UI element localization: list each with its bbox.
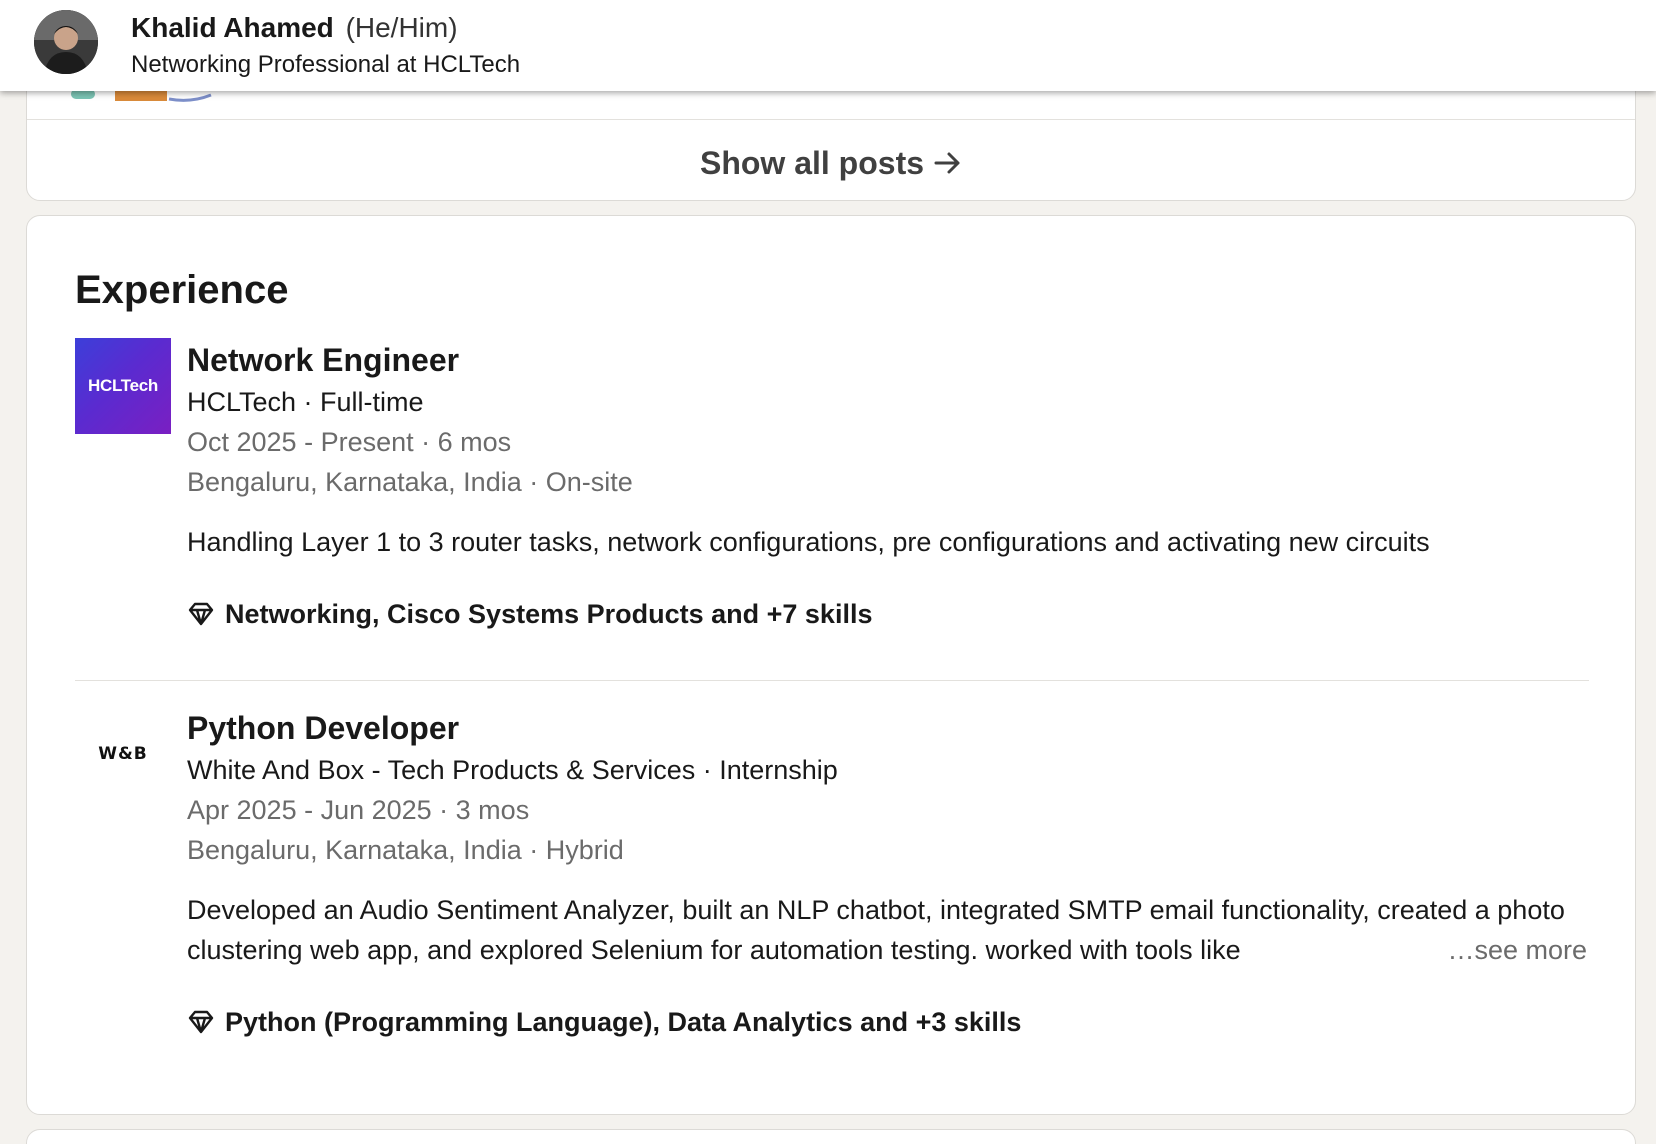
skills-label: Networking, Cisco Systems Products and +… xyxy=(225,599,873,629)
see-more-link[interactable]: …see more xyxy=(1433,930,1587,970)
company-logo-text: W&B xyxy=(98,744,148,764)
item-divider xyxy=(75,680,1589,681)
show-all-posts-button[interactable]: Show all posts xyxy=(27,141,1635,185)
diamond-icon xyxy=(188,602,214,626)
profile-pronouns: (He/Him) xyxy=(345,12,458,43)
job-location: Bengaluru, Karnataka, India · Hybrid xyxy=(187,835,624,865)
avatar[interactable] xyxy=(34,10,98,74)
profile-page: Show all posts Khalid Ahamed (He/Him) Ne… xyxy=(0,0,1656,1144)
profile-photo xyxy=(34,10,98,74)
posts-divider xyxy=(27,119,1635,120)
profile-headline: Networking Professional at HCLTech xyxy=(131,51,521,78)
next-section-card xyxy=(26,1129,1636,1144)
job-location: Bengaluru, Karnataka, India · On-site xyxy=(187,467,633,497)
company-logo-text: HCLTech xyxy=(88,376,158,395)
sticky-name-line: Khalid Ahamed (He/Him) xyxy=(131,12,458,44)
date-range: Oct 2025 - Present · 6 mos xyxy=(187,427,512,457)
company-name: White And Box - Tech Products & Services… xyxy=(187,755,838,785)
company-logo-white-and-box[interactable]: W&B xyxy=(75,706,171,802)
diamond-icon xyxy=(188,1010,214,1034)
sticky-profile-header: Khalid Ahamed (He/Him) Networking Profes… xyxy=(0,0,1656,91)
experience-section: Experience HCLTech Network Engineer HCLT… xyxy=(26,215,1636,1115)
job-title: Network Engineer xyxy=(187,342,460,378)
description-text: Developed an Audio Sentiment Analyzer, b… xyxy=(187,895,1565,965)
arrow-right-icon xyxy=(934,152,960,174)
post-thumbnails xyxy=(71,89,212,102)
section-title: Experience xyxy=(75,268,289,312)
profile-name: Khalid Ahamed xyxy=(131,12,334,43)
skills-link[interactable]: Networking, Cisco Systems Products and +… xyxy=(187,594,1587,634)
date-range: Apr 2025 - Jun 2025 · 3 mos xyxy=(187,795,530,825)
experience-details: Python Developer White And Box - Tech Pr… xyxy=(187,706,1587,1042)
job-description: Developed an Audio Sentiment Analyzer, b… xyxy=(187,890,1587,970)
job-description: Handling Layer 1 to 3 router tasks, netw… xyxy=(187,522,1587,562)
skills-label: Python (Programming Language), Data Anal… xyxy=(225,1007,1022,1037)
skills-link[interactable]: Python (Programming Language), Data Anal… xyxy=(187,1002,1587,1042)
company-name: HCLTech · Full-time xyxy=(187,387,424,417)
company-logo-hcltech[interactable]: HCLTech xyxy=(75,338,171,434)
job-title: Python Developer xyxy=(187,710,460,746)
experience-details: Network Engineer HCLTech · Full-time Oct… xyxy=(187,338,1587,634)
show-all-posts-label: Show all posts xyxy=(699,144,925,181)
description-text: Handling Layer 1 to 3 router tasks, netw… xyxy=(187,527,1430,557)
